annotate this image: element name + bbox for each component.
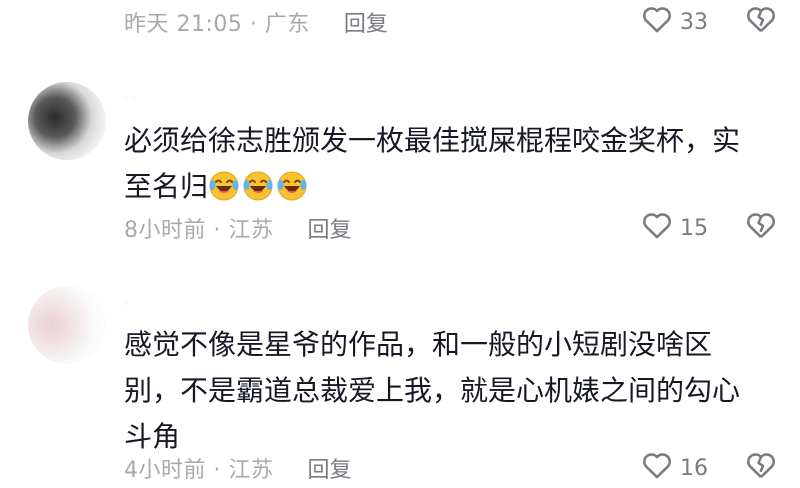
- comment-meta-row: 8小时前 · 江苏 回复 15: [124, 208, 800, 248]
- dislike-button[interactable]: [744, 2, 778, 42]
- laughing-tears-emoji: [276, 170, 308, 202]
- like-count: 33: [680, 9, 708, 35]
- comment-meta-row: 4小时前 · 江苏 回复 16: [124, 448, 800, 488]
- comment-body: 感觉不像是星爷的作品，和一般的小短剧没啥区别，不是霸道总裁爱上我，就是心机婊之间…: [124, 328, 741, 453]
- avatar[interactable]: [28, 286, 106, 364]
- comment-text: 必须给徐志胜颁发一枚最佳搅屎棍程咬金奖杯，实至名归: [124, 118, 764, 210]
- emoji-group: [208, 170, 310, 203]
- comment-time-location: 8小时前 · 江苏: [124, 218, 274, 243]
- like-count: 16: [680, 455, 708, 481]
- comment-time-location: 昨天 21:05 · 广东: [124, 12, 310, 37]
- like-button[interactable]: 15: [640, 208, 714, 248]
- like-count: 15: [680, 215, 708, 241]
- laughing-tears-emoji: [208, 170, 240, 202]
- comment-username[interactable]: · ·: [124, 92, 135, 106]
- broken-heart-icon: [744, 208, 778, 248]
- comment-meta-row: 昨天 21:05 · 广东 回复 33: [124, 2, 800, 42]
- dislike-button[interactable]: [744, 448, 778, 488]
- comment-time-location: 4小时前 · 江苏: [124, 458, 274, 483]
- like-button[interactable]: 33: [640, 2, 714, 42]
- heart-icon: [640, 208, 674, 248]
- comment-username[interactable]: ·: [124, 296, 128, 310]
- reply-button[interactable]: 回复: [307, 452, 351, 484]
- broken-heart-icon: [744, 2, 778, 42]
- avatar[interactable]: [28, 82, 106, 160]
- reply-button[interactable]: 回复: [344, 6, 388, 38]
- like-button[interactable]: 16: [640, 448, 714, 488]
- dislike-button[interactable]: [744, 208, 778, 248]
- reply-button[interactable]: 回复: [307, 212, 351, 244]
- laughing-tears-emoji: [242, 170, 274, 202]
- heart-icon: [640, 448, 674, 488]
- comment-text: 感觉不像是星爷的作品，和一般的小短剧没啥区别，不是霸道总裁爱上我，就是心机婊之间…: [124, 322, 764, 460]
- broken-heart-icon: [744, 448, 778, 488]
- heart-icon: [640, 2, 674, 42]
